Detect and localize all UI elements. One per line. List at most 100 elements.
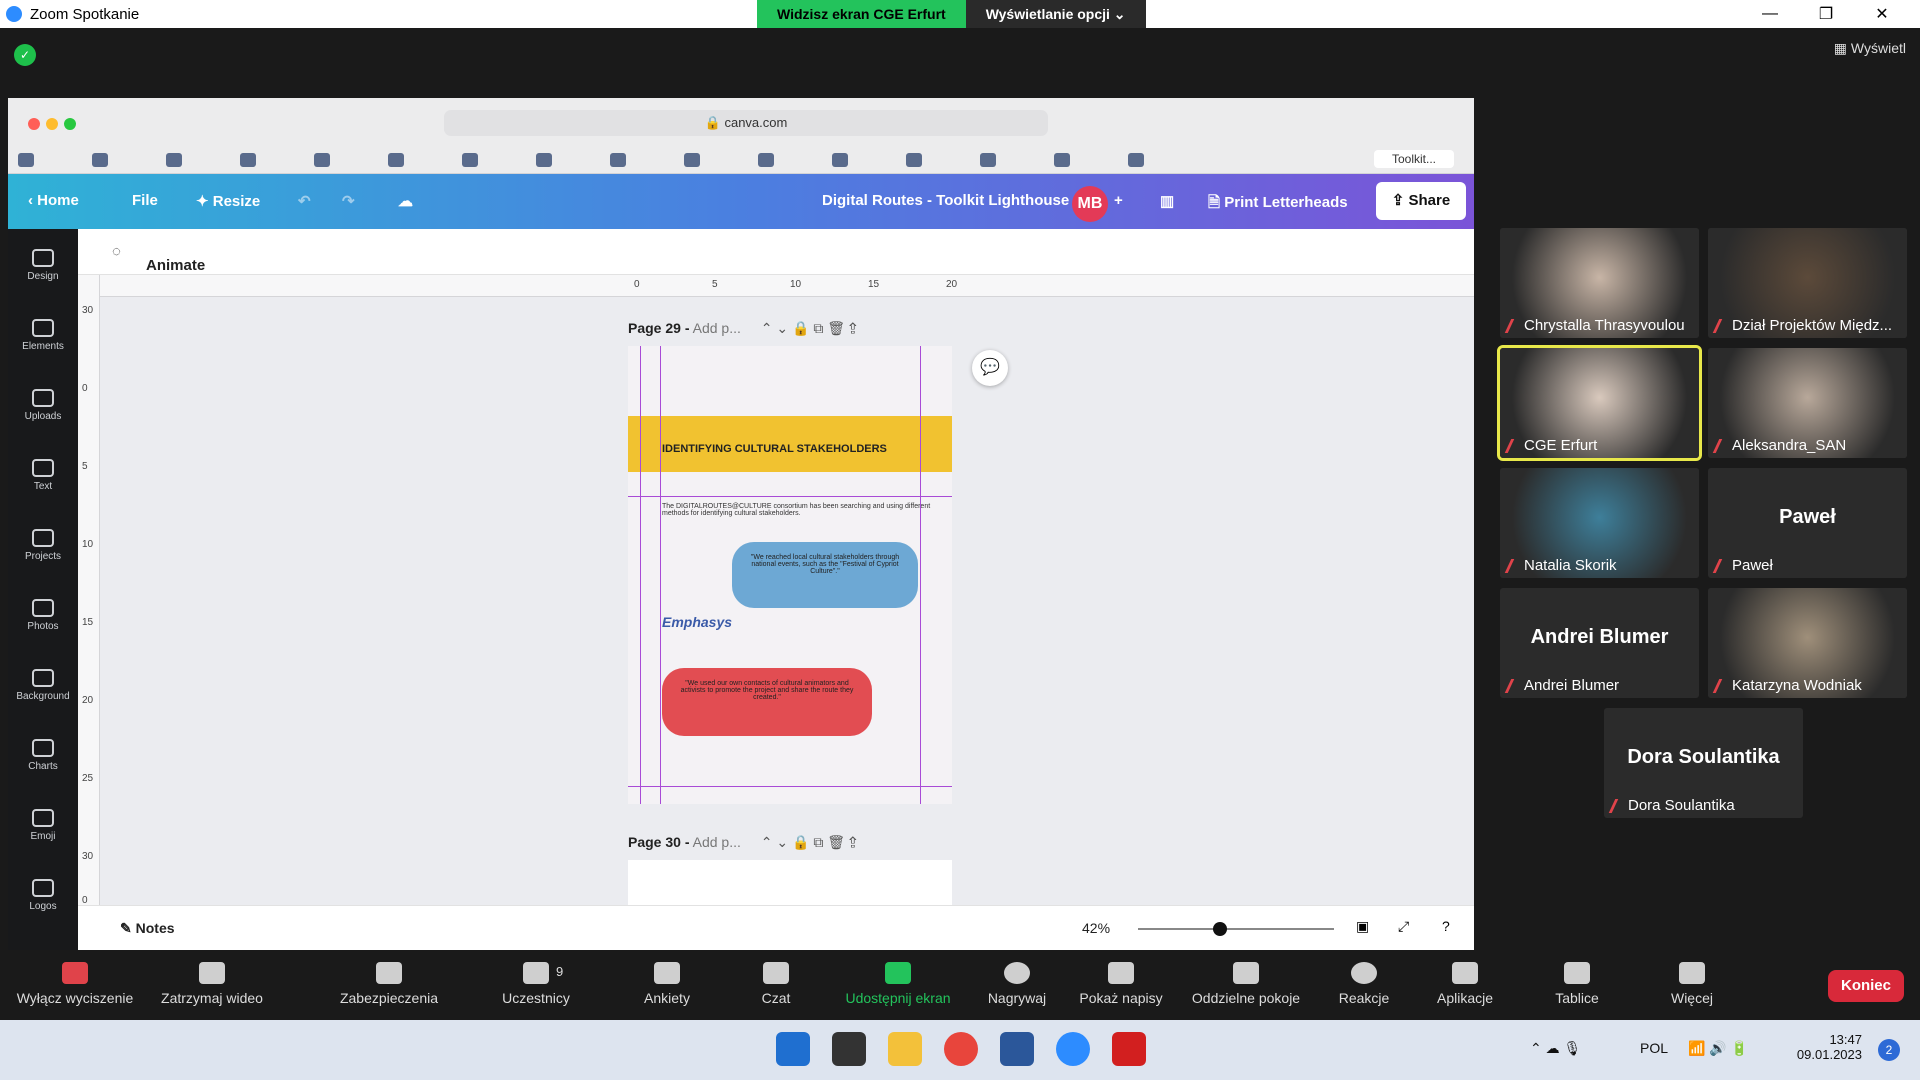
view-options-button[interactable]: Wyświetlanie opcji ⌄ <box>965 0 1146 28</box>
clock[interactable]: 13:47 09.01.2023 <box>1797 1032 1862 1062</box>
sidebar-item-design[interactable]: Design <box>8 249 78 282</box>
language-indicator[interactable]: POL <box>1640 1040 1668 1056</box>
page-30-add-title[interactable]: Add p... <box>693 834 741 850</box>
stop-video-button[interactable]: Zatrzymaj wideo <box>156 962 268 1006</box>
minimize-icon[interactable]: — <box>1742 0 1798 28</box>
page-29-add-title[interactable]: Add p... <box>693 320 741 336</box>
close-icon[interactable]: ✕ <box>1854 0 1910 28</box>
bookmark-icon[interactable] <box>18 153 34 167</box>
home-button[interactable]: ‹ Home <box>28 192 79 209</box>
slide-page-30[interactable] <box>628 860 952 905</box>
chrome-icon[interactable] <box>944 1032 978 1066</box>
security-shield-icon[interactable]: ✓ <box>14 44 36 66</box>
close-window-dot[interactable] <box>28 118 40 130</box>
address-bar[interactable]: 🔒 canva.com <box>444 110 1048 136</box>
record-button[interactable]: Nagrywaj <box>982 962 1052 1006</box>
captions-button[interactable]: Pokaż napisy <box>1076 962 1166 1006</box>
undo-icon[interactable]: ↶ <box>298 192 311 210</box>
document-title[interactable]: Digital Routes - Toolkit Lighthouse <box>822 192 1069 209</box>
unmute-button[interactable]: Wyłącz wyciszenie <box>12 962 138 1006</box>
more-button[interactable]: Więcej <box>1664 962 1720 1006</box>
bookmark-icon[interactable] <box>1128 153 1144 167</box>
zoom-percentage[interactable]: 42% <box>1082 920 1110 936</box>
breakout-rooms-button[interactable]: Oddzielne pokoje <box>1184 962 1308 1006</box>
end-meeting-button[interactable]: Koniec <box>1828 970 1904 1002</box>
bookmark-icon[interactable] <box>314 153 330 167</box>
slide-page-29[interactable]: IDENTIFYING CULTURAL STAKEHOLDERS The DI… <box>628 346 952 804</box>
bookmark-icon[interactable] <box>906 153 922 167</box>
participant-tile[interactable]: Dział Projektów Międz... <box>1708 228 1907 338</box>
avatar[interactable]: MB <box>1072 186 1108 222</box>
bookmark-icon[interactable] <box>462 153 478 167</box>
notes-button[interactable]: ✎ Notes <box>120 920 175 937</box>
browser-tab[interactable]: Toolkit... <box>1373 150 1454 168</box>
sidebar-item-elements[interactable]: Elements <box>8 319 78 352</box>
add-collaborator-icon[interactable]: + <box>1114 192 1123 209</box>
bookmark-icon[interactable] <box>684 153 700 167</box>
network-volume-icons[interactable]: 📶 🔊 🔋 <box>1688 1040 1748 1057</box>
chat-button[interactable]: Czat <box>756 962 796 1006</box>
bookmark-icon[interactable] <box>536 153 552 167</box>
bookmark-icon[interactable] <box>388 153 404 167</box>
file-explorer-icon[interactable] <box>888 1032 922 1066</box>
redo-icon[interactable]: ↷ <box>342 192 355 210</box>
page-actions[interactable]: ⌃ ⌄ 🔒 ⧉ 🗑 ⇪ <box>761 834 857 850</box>
sidebar-item-background[interactable]: Background <box>8 669 78 702</box>
participants-button[interactable]: Uczestnicy <box>496 962 576 1006</box>
bookmark-icon[interactable] <box>240 153 256 167</box>
participant-tile[interactable]: Natalia Skorik <box>1500 468 1699 578</box>
participant-tile[interactable]: CGE Erfurt <box>1497 345 1702 461</box>
resize-button[interactable]: ✦ Resize <box>196 192 260 210</box>
cloud-save-icon[interactable]: ☁ <box>398 192 413 210</box>
sidebar-item-photos[interactable]: Photos <box>8 599 78 632</box>
participant-tile[interactable]: Katarzyna Wodniak <box>1708 588 1907 698</box>
participant-tile[interactable]: Andrei Blumer Andrei Blumer <box>1500 588 1699 698</box>
whiteboards-button[interactable]: Tablice <box>1550 962 1604 1006</box>
participant-tile[interactable]: Aleksandra_SAN <box>1708 348 1907 458</box>
print-button[interactable]: 🗎 Print Letterheads <box>1208 192 1348 217</box>
taskview-icon[interactable] <box>832 1032 866 1066</box>
zoom-slider[interactable] <box>1138 922 1334 936</box>
share-screen-button[interactable]: Udostępnij ekran <box>836 962 960 1006</box>
participant-tile[interactable]: Dora Soulantika Dora Soulantika <box>1604 708 1803 818</box>
share-button[interactable]: ⇪ Share <box>1376 182 1466 220</box>
view-button[interactable]: ▦ Wyświetl <box>1834 40 1906 57</box>
page-actions[interactable]: ⌃ ⌄ 🔒 ⧉ 🗑 ⇪ <box>761 320 857 336</box>
fullscreen-icon[interactable]: ⤢ <box>1398 918 1409 935</box>
tray-icons[interactable]: ⌃ ☁ 🎙 <box>1530 1040 1581 1057</box>
bookmark-icon[interactable] <box>1054 153 1070 167</box>
sidebar-item-logos[interactable]: Logos <box>8 879 78 912</box>
bookmark-icon[interactable] <box>166 153 182 167</box>
reactions-button[interactable]: Reakcje <box>1336 962 1392 1006</box>
sidebar-item-emoji[interactable]: Emoji <box>8 809 78 842</box>
bookmark-icon[interactable] <box>92 153 108 167</box>
page-grid-icon[interactable]: ▣ <box>1356 918 1369 935</box>
bookmark-icon[interactable] <box>758 153 774 167</box>
acrobat-icon[interactable] <box>1112 1032 1146 1066</box>
participant-tile[interactable]: Paweł Paweł <box>1708 468 1907 578</box>
apps-button[interactable]: Aplikacje <box>1432 962 1498 1006</box>
help-icon[interactable]: ? <box>1442 918 1450 934</box>
notification-badge[interactable]: 2 <box>1878 1039 1900 1061</box>
bookmark-icon[interactable] <box>980 153 996 167</box>
sidebar-item-charts[interactable]: Charts <box>8 739 78 772</box>
bookmark-icon[interactable] <box>832 153 848 167</box>
sidebar-item-text[interactable]: Text <box>8 459 78 492</box>
bookmark-icon[interactable] <box>610 153 626 167</box>
insights-icon[interactable]: ▥ <box>1160 192 1174 210</box>
restore-icon[interactable]: ❐ <box>1798 0 1854 28</box>
minimize-window-dot[interactable] <box>46 118 58 130</box>
word-icon[interactable] <box>1000 1032 1034 1066</box>
zoom-slider-knob[interactable] <box>1213 922 1228 936</box>
file-menu[interactable]: File <box>132 192 158 209</box>
comment-icon[interactable]: 💬 <box>972 350 1008 386</box>
polls-button[interactable]: Ankiety <box>634 962 700 1006</box>
zoom-window-dot[interactable] <box>64 118 76 130</box>
start-icon[interactable] <box>776 1032 810 1066</box>
participant-tile[interactable]: Chrystalla Thrasyvoulou <box>1500 228 1699 338</box>
animate-button[interactable]: ◌ Animate <box>112 243 205 274</box>
sidebar-item-uploads[interactable]: Uploads <box>8 389 78 422</box>
security-button[interactable]: Zabezpieczenia <box>334 962 444 1006</box>
sidebar-item-projects[interactable]: Projects <box>8 529 78 562</box>
zoom-taskbar-icon[interactable] <box>1056 1032 1090 1066</box>
